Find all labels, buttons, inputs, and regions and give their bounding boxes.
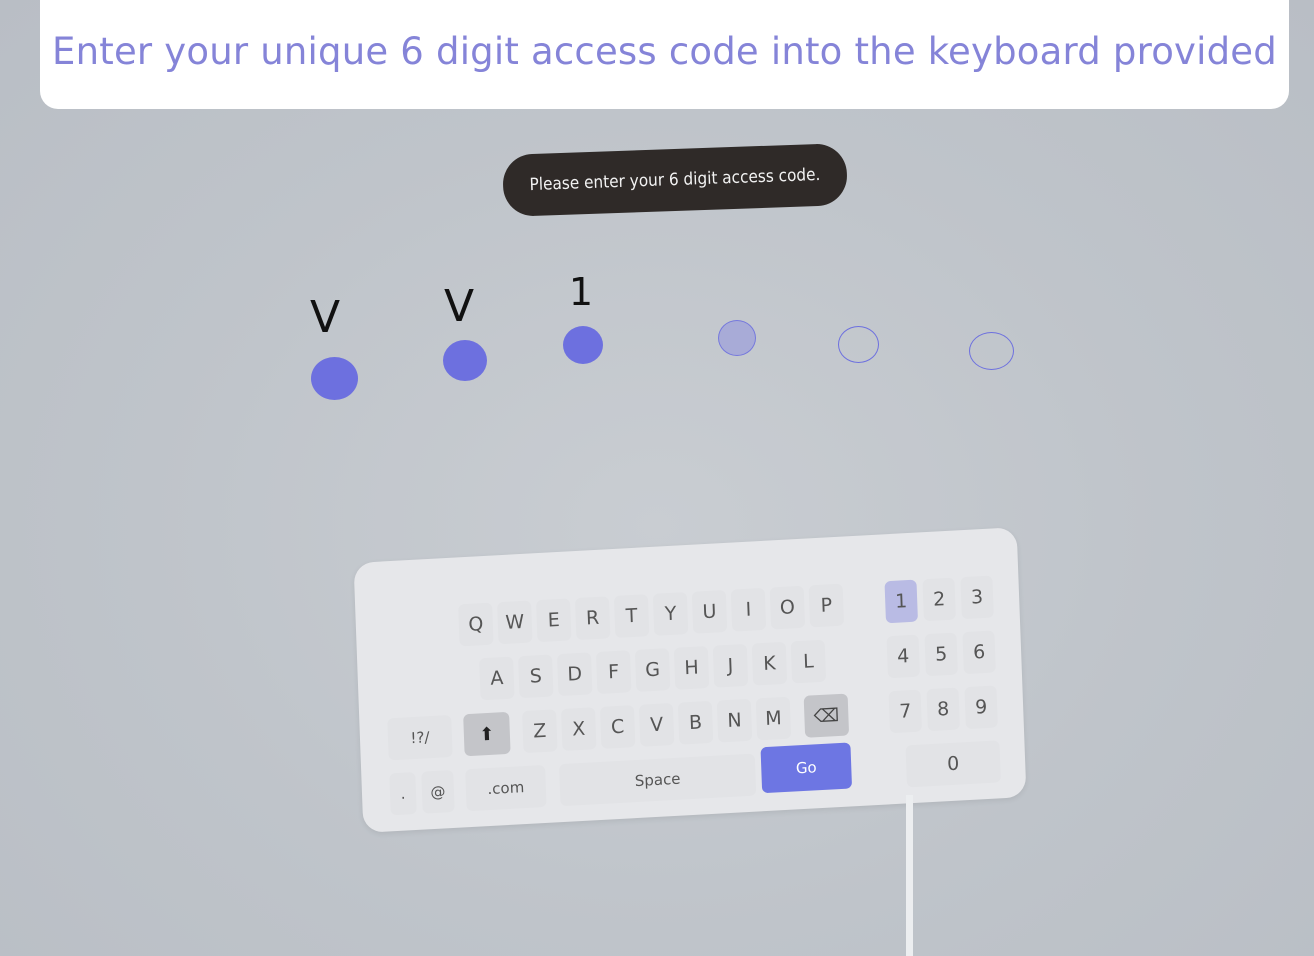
key-8[interactable]: 8 [926, 687, 960, 732]
key-r[interactable]: R [574, 596, 611, 641]
key-u[interactable]: U [691, 589, 728, 634]
instruction-banner: Enter your unique 6 digit access code in… [40, 0, 1289, 109]
period-key[interactable]: . [389, 771, 417, 816]
key-q[interactable]: Q [458, 602, 494, 647]
key-i[interactable]: I [730, 587, 767, 632]
key-b[interactable]: B [677, 700, 714, 745]
go-button[interactable]: Go [760, 742, 853, 794]
key-a[interactable]: A [479, 656, 515, 701]
key-j[interactable]: J [712, 643, 749, 688]
key-l[interactable]: L [790, 639, 827, 684]
controller-pointer-ray [906, 795, 913, 956]
code-dot-3 [563, 326, 603, 364]
code-dot-5 [838, 326, 879, 363]
backspace-icon: ⌫ [813, 704, 840, 727]
access-code-tooltip: Please enter your 6 digit access code. [502, 143, 848, 217]
dotcom-key[interactable]: .com [465, 764, 547, 812]
key-0[interactable]: 0 [905, 740, 1001, 788]
key-g[interactable]: G [634, 648, 671, 692]
key-h[interactable]: H [673, 645, 710, 690]
instruction-text: Enter your unique 6 digit access code in… [52, 30, 1277, 73]
key-z[interactable]: Z [522, 709, 558, 754]
entered-char-2: V [443, 281, 475, 332]
entered-char-3: 1 [568, 270, 594, 314]
key-c[interactable]: C [599, 705, 636, 749]
key-9[interactable]: 9 [964, 685, 998, 730]
key-y[interactable]: Y [652, 592, 689, 636]
key-s[interactable]: S [518, 654, 554, 699]
code-dot-1 [311, 357, 358, 400]
backspace-key[interactable]: ⌫ [803, 693, 850, 738]
code-dot-2 [443, 340, 487, 381]
key-e[interactable]: E [535, 598, 572, 643]
at-key[interactable]: @ [421, 769, 455, 814]
key-5[interactable]: 5 [924, 632, 958, 677]
shift-arrow-icon: ⬆ [478, 723, 495, 745]
symbols-key[interactable]: !?/ [387, 714, 453, 761]
key-x[interactable]: X [560, 707, 597, 751]
space-key[interactable]: Space [559, 753, 757, 807]
shift-key[interactable]: ⬆ [463, 711, 511, 757]
key-t[interactable]: T [613, 594, 650, 638]
code-dot-4 [718, 320, 756, 356]
key-2[interactable]: 2 [922, 577, 956, 622]
key-v[interactable]: V [638, 702, 675, 747]
key-7[interactable]: 7 [888, 689, 923, 734]
key-m[interactable]: M [755, 696, 792, 741]
key-w[interactable]: W [497, 600, 533, 645]
virtual-keyboard: Q W E R T Y U I O P A S D F G H J K L !?… [353, 527, 1027, 833]
key-4[interactable]: 4 [886, 634, 920, 679]
code-dot-6 [969, 332, 1014, 370]
key-k[interactable]: K [751, 641, 788, 686]
key-6[interactable]: 6 [962, 630, 996, 675]
key-n[interactable]: N [716, 698, 753, 743]
entered-char-1: V [309, 292, 341, 343]
key-3[interactable]: 3 [960, 575, 994, 620]
key-1[interactable]: 1 [884, 579, 918, 624]
key-d[interactable]: D [556, 652, 593, 697]
key-p[interactable]: P [808, 583, 845, 628]
key-f[interactable]: F [595, 650, 632, 695]
key-o[interactable]: O [769, 585, 806, 630]
